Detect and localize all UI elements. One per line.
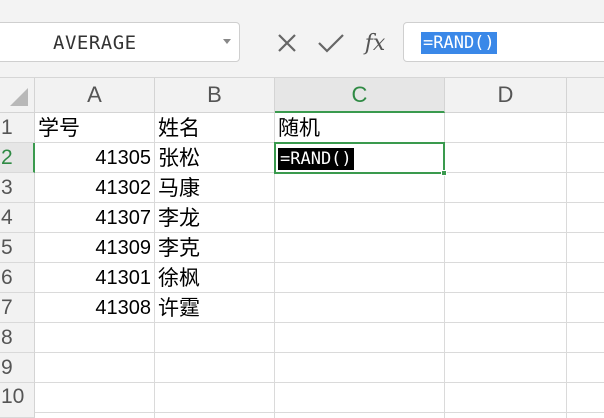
select-all-icon — [10, 88, 28, 106]
cell-c1[interactable]: 随机 — [278, 113, 442, 143]
chevron-down-icon[interactable] — [223, 39, 231, 44]
cell-a7[interactable]: 41308 — [37, 293, 151, 323]
column-header-a[interactable]: A — [35, 78, 155, 113]
row-header-6[interactable]: 6 — [0, 263, 35, 293]
cell-grid[interactable]: 学号 姓名 随机 41305 张松 41302 马康 41307 李龙 4130… — [35, 113, 604, 418]
column-header-d[interactable]: D — [445, 78, 567, 113]
cell-a6[interactable]: 41301 — [37, 263, 151, 293]
row-header-8[interactable]: 8 — [0, 323, 35, 353]
row-header-1[interactable]: 1 — [0, 113, 35, 143]
formula-bar: AVERAGE fx =RAND() — [0, 0, 604, 78]
cell-a4[interactable]: 41307 — [37, 203, 151, 233]
name-box[interactable]: AVERAGE — [0, 22, 240, 62]
cell-b7[interactable]: 许霆 — [158, 293, 272, 323]
cell-a3[interactable]: 41302 — [37, 173, 151, 203]
row-header-3[interactable]: 3 — [0, 173, 35, 203]
formula-input-text: =RAND() — [421, 32, 497, 54]
row-header-10[interactable]: 10 — [0, 383, 35, 418]
row-header-5[interactable]: 5 — [0, 233, 35, 263]
cell-a1[interactable]: 学号 — [38, 113, 152, 143]
row-header-2[interactable]: 2 — [0, 143, 35, 173]
formula-input[interactable]: =RAND() — [403, 22, 604, 62]
fx-label: fx — [364, 30, 386, 56]
check-icon[interactable] — [314, 27, 348, 59]
cell-c2-edit-text: =RAND() — [278, 148, 354, 170]
row-header-7[interactable]: 7 — [0, 293, 35, 323]
cell-b3[interactable]: 马康 — [158, 173, 272, 203]
name-box-value: AVERAGE — [53, 32, 137, 54]
cell-b1[interactable]: 姓名 — [158, 113, 272, 143]
row-header-9[interactable]: 9 — [0, 353, 35, 383]
fill-handle[interactable] — [441, 170, 447, 176]
insert-function-button[interactable]: fx — [358, 27, 392, 59]
close-icon[interactable] — [272, 27, 302, 59]
cell-a5[interactable]: 41309 — [37, 233, 151, 263]
select-all-button[interactable] — [0, 78, 35, 113]
column-header-e[interactable] — [567, 78, 604, 113]
column-header-c[interactable]: C — [275, 78, 445, 113]
column-header-b[interactable]: B — [155, 78, 275, 113]
cell-b2[interactable]: 张松 — [158, 143, 272, 173]
cell-b5[interactable]: 李克 — [158, 233, 272, 263]
cell-a2[interactable]: 41305 — [37, 143, 151, 173]
cell-b4[interactable]: 李龙 — [158, 203, 272, 233]
row-header-4[interactable]: 4 — [0, 203, 35, 233]
cell-b6[interactable]: 徐枫 — [158, 263, 272, 293]
